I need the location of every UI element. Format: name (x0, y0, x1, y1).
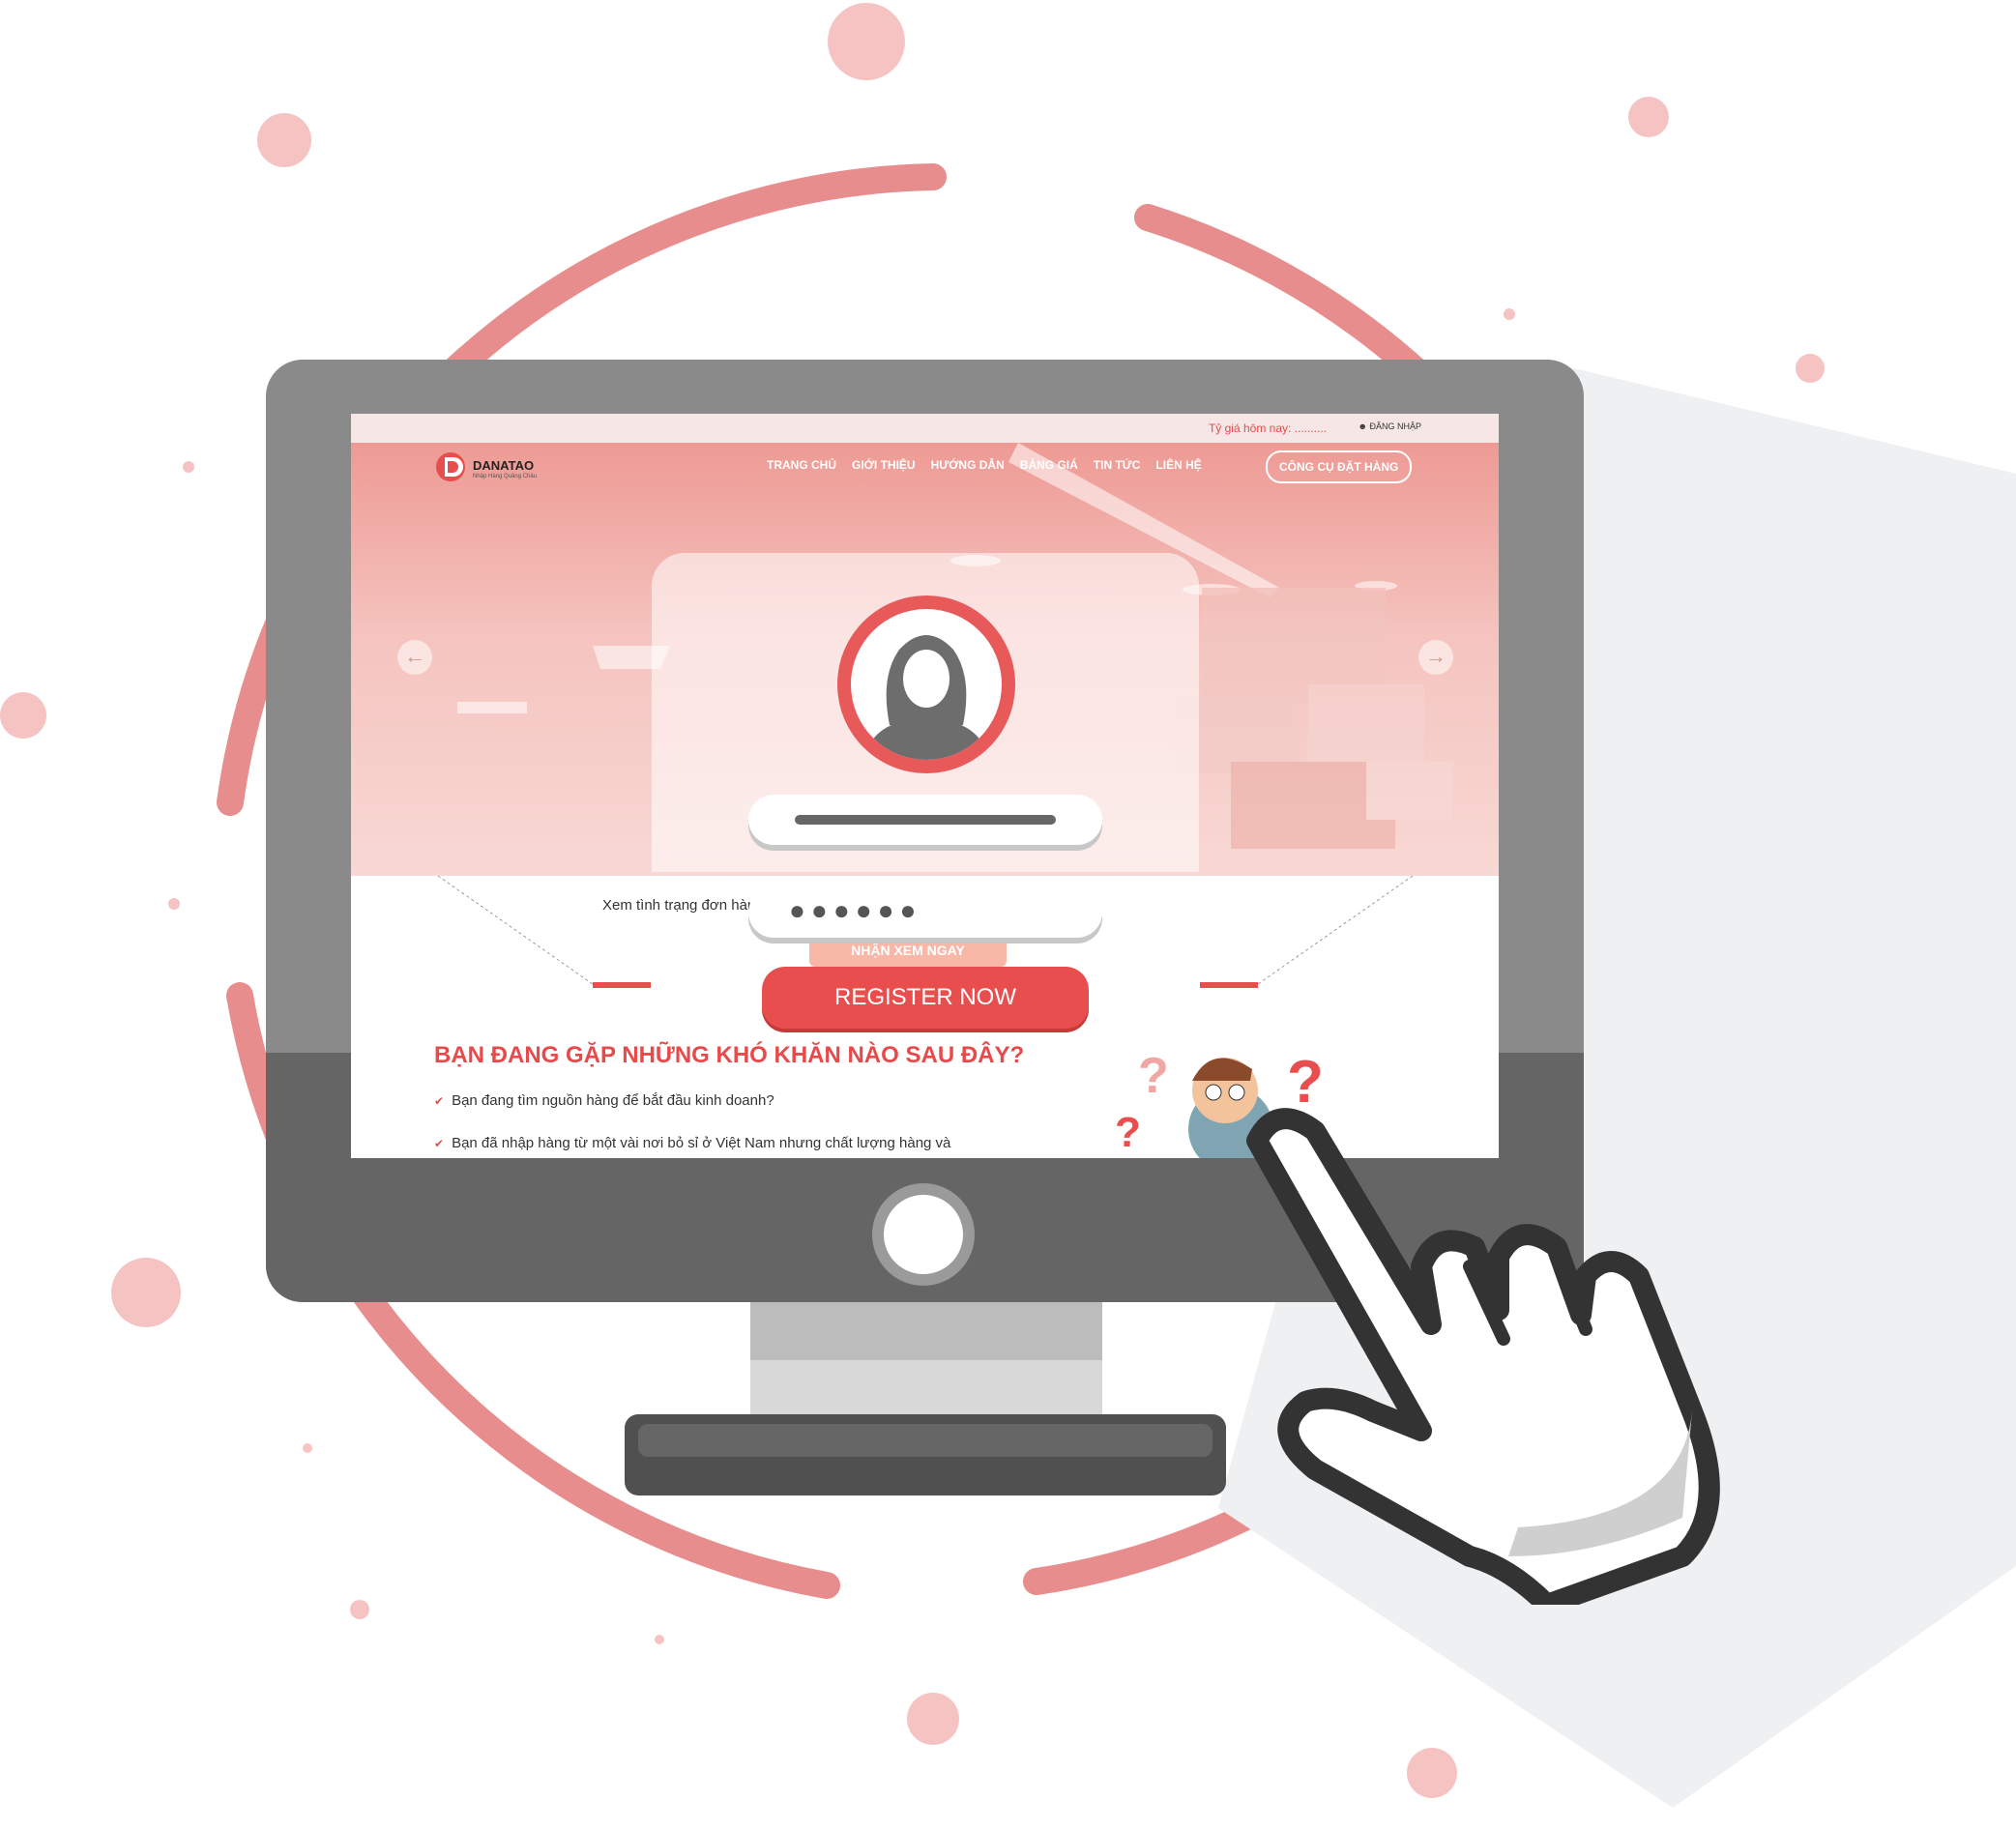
register-now-button[interactable]: REGISTER NOW (762, 967, 1089, 1029)
logo-tagline: Nhập Hàng Quảng Châu (473, 474, 538, 479)
divider-right (1200, 982, 1258, 988)
nav-item-pricing[interactable]: BẢNG GIÁ (1020, 458, 1078, 472)
monitor-base (625, 1414, 1226, 1495)
order-tool-button[interactable]: CÔNG CỤ ĐẶT HÀNG (1266, 450, 1413, 483)
nav-item-news[interactable]: TIN TỨC (1094, 458, 1141, 472)
arrow-left-icon: ← (404, 644, 425, 668)
list-item: ✔ Bạn đã nhập hàng từ một vài nơi bỏ sỉ ở… (434, 1135, 951, 1151)
password-field[interactable]: ●●●●●● (748, 887, 1102, 938)
track-now-button[interactable]: NHẬN XEM NGAY (809, 934, 1007, 967)
check-circle-icon: ✔ (434, 1094, 445, 1108)
list-item: ✔ Bạn đang tìm nguồn hàng để bắt đầu kinh… (434, 1092, 774, 1109)
login-link[interactable]: ☻ ĐĂNG NHẬP (1359, 421, 1422, 431)
nav-item-home[interactable]: TRANG CHỦ (767, 458, 836, 472)
nav-item-about[interactable]: GIỚI THIỆU (852, 458, 916, 472)
power-button-icon (872, 1183, 975, 1286)
monitor-stand (750, 1302, 1102, 1416)
nav-item-contact[interactable]: LIÊN HỆ (1155, 458, 1201, 472)
user-icon: ☻ (1358, 421, 1370, 431)
top-bar: Tỷ giá hôm nay: .......... ☻ ĐĂNG NHẬP (351, 414, 1499, 443)
arrow-right-icon: → (1425, 644, 1446, 668)
section-title: BẠN ĐANG GẶP NHỮNG KHÓ KHĂN NÀO SAU ĐÂY? (434, 1042, 1025, 1068)
username-field[interactable] (748, 795, 1102, 845)
user-avatar-icon (837, 595, 1015, 773)
svg-text:?: ? (1138, 1048, 1169, 1104)
hand-pointer-icon (1246, 1108, 1720, 1605)
slider-prev-button[interactable]: ← (397, 640, 432, 675)
slider-next-button[interactable]: → (1418, 640, 1453, 675)
main-nav: TRANG CHỦ GIỚI THIỆU HƯỚNG DẪN BẢNG GIÁ … (767, 458, 1202, 472)
logo-name: DANATAO (473, 458, 535, 473)
logo-mark-icon (436, 452, 465, 481)
check-circle-icon: ✔ (434, 1137, 445, 1150)
divider-left (593, 982, 651, 988)
exchange-rate: Tỷ giá hôm nay: .......... (1208, 421, 1327, 435)
nav-item-guide[interactable]: HƯỚNG DẪN (931, 458, 1005, 472)
svg-text:?: ? (1115, 1109, 1141, 1156)
